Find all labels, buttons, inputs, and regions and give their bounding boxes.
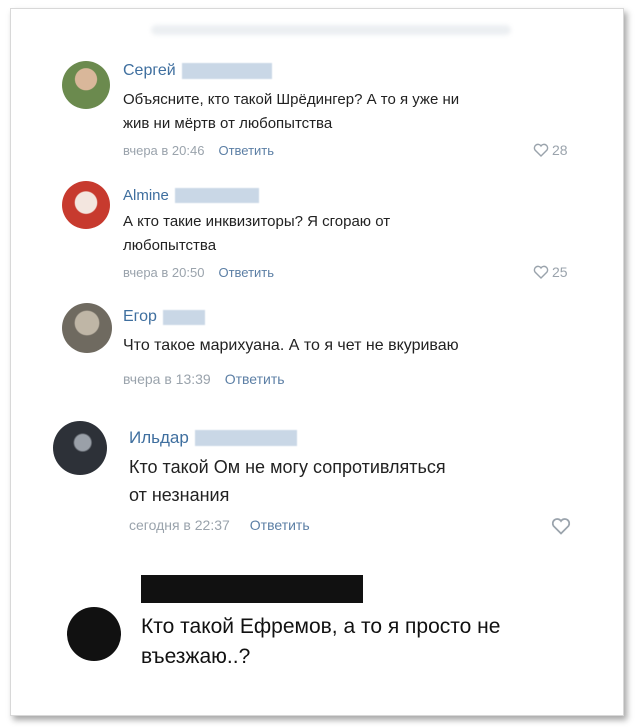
comment-text-line: Кто такой Ом не могу сопротивляться: [129, 457, 446, 477]
heart-icon: [533, 265, 549, 279]
comment-time: сегодня в 22:37: [129, 517, 230, 533]
comment-text-line: Объясните, кто такой Шрёдингер? А то я у…: [123, 91, 460, 108]
comment-text-line: любопытства: [123, 237, 217, 254]
comment-text-line: жив ни мёртв от любопытства: [123, 115, 333, 132]
comment-text-line: от незнания: [129, 485, 230, 505]
avatar-egor[interactable]: [62, 303, 112, 353]
comment-1-header: Сергей: [123, 61, 272, 81]
comment-time: вчера в 20:50: [123, 265, 205, 280]
comment-time: вчера в 20:46: [123, 143, 205, 158]
author-name[interactable]: Сергей: [123, 62, 176, 80]
author-name[interactable]: Ильдар: [129, 428, 189, 448]
redacted-surname: [181, 63, 272, 79]
redacted-surname: [174, 187, 259, 203]
reply-button[interactable]: Ответить: [250, 517, 310, 533]
comment-4-header: Ильдар: [129, 427, 297, 449]
comment-meta: вчера в 20:46 Ответить: [123, 143, 274, 158]
reply-button[interactable]: Ответить: [218, 265, 274, 280]
comment-3-header: Егор: [123, 307, 205, 327]
censored-author-name: [141, 575, 363, 603]
comment-meta: сегодня в 22:37 Ответить: [129, 517, 310, 533]
comment-meta: вчера в 13:39 Ответить: [123, 371, 285, 387]
like-count: 25: [552, 264, 568, 280]
heart-icon: [551, 518, 571, 535]
comment-text-line: А кто такие инквизиторы? Я сгораю от: [123, 213, 391, 230]
comment-meta: вчера в 20:50 Ответить: [123, 265, 274, 280]
author-name[interactable]: Almine: [123, 187, 169, 204]
heart-icon: [533, 143, 549, 157]
comment-text-line: Кто такой Ефремов, а то я просто не: [141, 615, 501, 638]
comment-2-header: Almine: [123, 185, 259, 205]
redacted-surname: [162, 309, 205, 325]
like-button[interactable]: [551, 517, 571, 535]
avatar-sergey[interactable]: [62, 61, 110, 109]
like-button[interactable]: 25: [533, 264, 568, 280]
reply-button[interactable]: Ответить: [218, 143, 274, 158]
screenshot-frame: Сергей Объясните, кто такой Шрёдингер? А…: [10, 8, 624, 716]
avatar-almine[interactable]: [62, 181, 110, 229]
author-name[interactable]: Егор: [123, 308, 157, 326]
comment-text-line: Что такое марихуана. А то я чет не вкури…: [123, 337, 459, 354]
comment-text-line: въезжаю..?: [141, 645, 251, 668]
like-count: 28: [552, 142, 568, 158]
reply-button[interactable]: Ответить: [225, 371, 285, 387]
censored-avatar: [67, 607, 121, 661]
comment-time: вчера в 13:39: [123, 371, 211, 387]
like-button[interactable]: 28: [533, 142, 568, 158]
redacted-surname: [194, 430, 297, 446]
blurred-header: [151, 25, 511, 35]
avatar-ildar[interactable]: [53, 421, 107, 475]
